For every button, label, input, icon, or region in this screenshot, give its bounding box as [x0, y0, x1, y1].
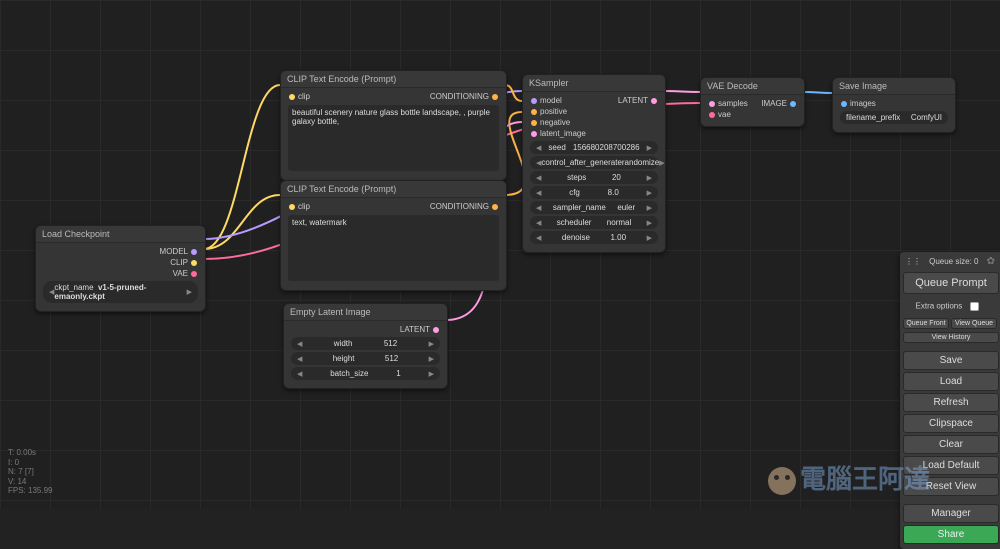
- width-widget[interactable]: ◀width512▶: [291, 337, 440, 350]
- scheduler-widget[interactable]: ◀schedulernormal▶: [530, 216, 658, 229]
- height-widget[interactable]: ◀height512▶: [291, 352, 440, 365]
- node-title: Load Checkpoint: [36, 226, 205, 243]
- batch-widget[interactable]: ◀batch_size1▶: [291, 367, 440, 380]
- node-title: Empty Latent Image: [284, 304, 447, 321]
- extra-options-checkbox[interactable]: [970, 302, 979, 311]
- node-title: KSampler: [523, 75, 665, 92]
- queue-prompt-button[interactable]: Queue Prompt: [903, 272, 999, 294]
- node-title: CLIP Text Encode (Prompt): [281, 71, 506, 88]
- gear-icon[interactable]: ✿: [987, 256, 995, 267]
- control-widget[interactable]: ◀control_after_generaterandomize▶: [530, 156, 658, 169]
- node-title: CLIP Text Encode (Prompt): [281, 181, 506, 198]
- save-button[interactable]: Save: [903, 351, 999, 370]
- denoise-widget[interactable]: ◀denoise1.00▶: [530, 231, 658, 244]
- refresh-button[interactable]: Refresh: [903, 393, 999, 412]
- queue-front-button[interactable]: Queue Front: [903, 318, 949, 329]
- sampler-widget[interactable]: ◀sampler_nameeuler▶: [530, 201, 658, 214]
- view-queue-button[interactable]: View Queue: [951, 318, 997, 329]
- node-title: VAE Decode: [701, 78, 804, 95]
- watermark: 電腦王阿達: [768, 459, 930, 496]
- prompt-text[interactable]: beautiful scenery nature glass bottle la…: [288, 105, 499, 171]
- prefix-widget[interactable]: filename_prefixComfyUI: [840, 111, 948, 124]
- cfg-widget[interactable]: ◀cfg8.0▶: [530, 186, 658, 199]
- node-save-image[interactable]: Save Image images filename_prefixComfyUI: [832, 77, 956, 133]
- clipspace-button[interactable]: Clipspace: [903, 414, 999, 433]
- node-clip-encode-positive[interactable]: CLIP Text Encode (Prompt) clipCONDITIONI…: [280, 70, 507, 181]
- node-title: Save Image: [833, 78, 955, 95]
- node-load-checkpoint[interactable]: Load Checkpoint MODEL CLIP VAE ◀ckpt_nam…: [35, 225, 206, 312]
- queue-size-label: Queue size: 0: [929, 257, 978, 266]
- prompt-text[interactable]: text, watermark: [288, 215, 499, 281]
- steps-widget[interactable]: ◀steps20▶: [530, 171, 658, 184]
- perf-stats: T: 0.00sI: 0N: 7 [7]V: 14FPS: 135.99: [8, 448, 52, 496]
- node-graph-canvas[interactable]: Load Checkpoint MODEL CLIP VAE ◀ckpt_nam…: [0, 0, 1000, 508]
- view-history-button[interactable]: View History: [903, 332, 999, 343]
- node-ksampler[interactable]: KSampler modelLATENT positive negative l…: [522, 74, 666, 253]
- load-button[interactable]: Load: [903, 372, 999, 391]
- ckpt-name-widget[interactable]: ◀ckpt_name v1-5-pruned-emaonly.ckpt▶: [43, 281, 198, 303]
- seed-widget[interactable]: ◀seed156680208700286▶: [530, 141, 658, 154]
- node-clip-encode-negative[interactable]: CLIP Text Encode (Prompt) clipCONDITIONI…: [280, 180, 507, 291]
- control-panel[interactable]: ⋮⋮Queue size: 0✿ Queue Prompt Extra opti…: [900, 252, 1000, 549]
- manager-button[interactable]: Manager: [903, 504, 999, 523]
- node-empty-latent[interactable]: Empty Latent Image LATENT ◀width512▶ ◀he…: [283, 303, 448, 389]
- share-button[interactable]: Share: [903, 525, 999, 544]
- drag-handle-icon[interactable]: ⋮⋮: [905, 257, 921, 266]
- clear-button[interactable]: Clear: [903, 435, 999, 454]
- node-vae-decode[interactable]: VAE Decode samplesIMAGE vae: [700, 77, 805, 127]
